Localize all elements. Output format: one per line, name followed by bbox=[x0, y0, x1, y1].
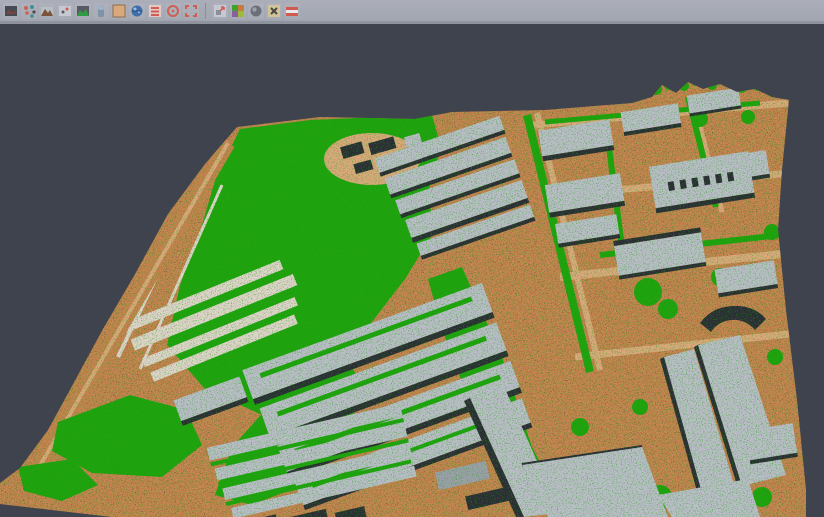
rect-select-icon[interactable] bbox=[183, 3, 199, 19]
striped-flag-icon[interactable] bbox=[284, 3, 300, 19]
point-sample-icon[interactable] bbox=[57, 3, 73, 19]
main-toolbar bbox=[0, 0, 824, 24]
pointcloud-noise-overlay bbox=[0, 67, 824, 517]
ortho-image-icon[interactable] bbox=[111, 3, 127, 19]
viewport-canvas[interactable] bbox=[0, 27, 824, 517]
shaded-sphere-icon[interactable] bbox=[248, 3, 264, 19]
point-cloud-scene bbox=[0, 27, 824, 517]
classified-points-icon[interactable] bbox=[21, 3, 37, 19]
circle-select-icon[interactable] bbox=[165, 3, 181, 19]
green-terrain-icon[interactable] bbox=[75, 3, 91, 19]
application-window: { "palette": { "bg": "#3f434e", "toolbar… bbox=[0, 0, 824, 517]
classification-view-icon[interactable] bbox=[230, 3, 246, 19]
dark-terrain-tile-icon[interactable] bbox=[3, 3, 19, 19]
clear-cross-icon[interactable] bbox=[266, 3, 282, 19]
globe-view-icon[interactable] bbox=[129, 3, 145, 19]
export-scene-icon[interactable] bbox=[212, 3, 228, 19]
red-layers-icon[interactable] bbox=[147, 3, 163, 19]
toolbar-separator bbox=[205, 3, 206, 19]
brown-terrain-icon[interactable] bbox=[39, 3, 55, 19]
profile-tool-icon[interactable] bbox=[93, 3, 109, 19]
